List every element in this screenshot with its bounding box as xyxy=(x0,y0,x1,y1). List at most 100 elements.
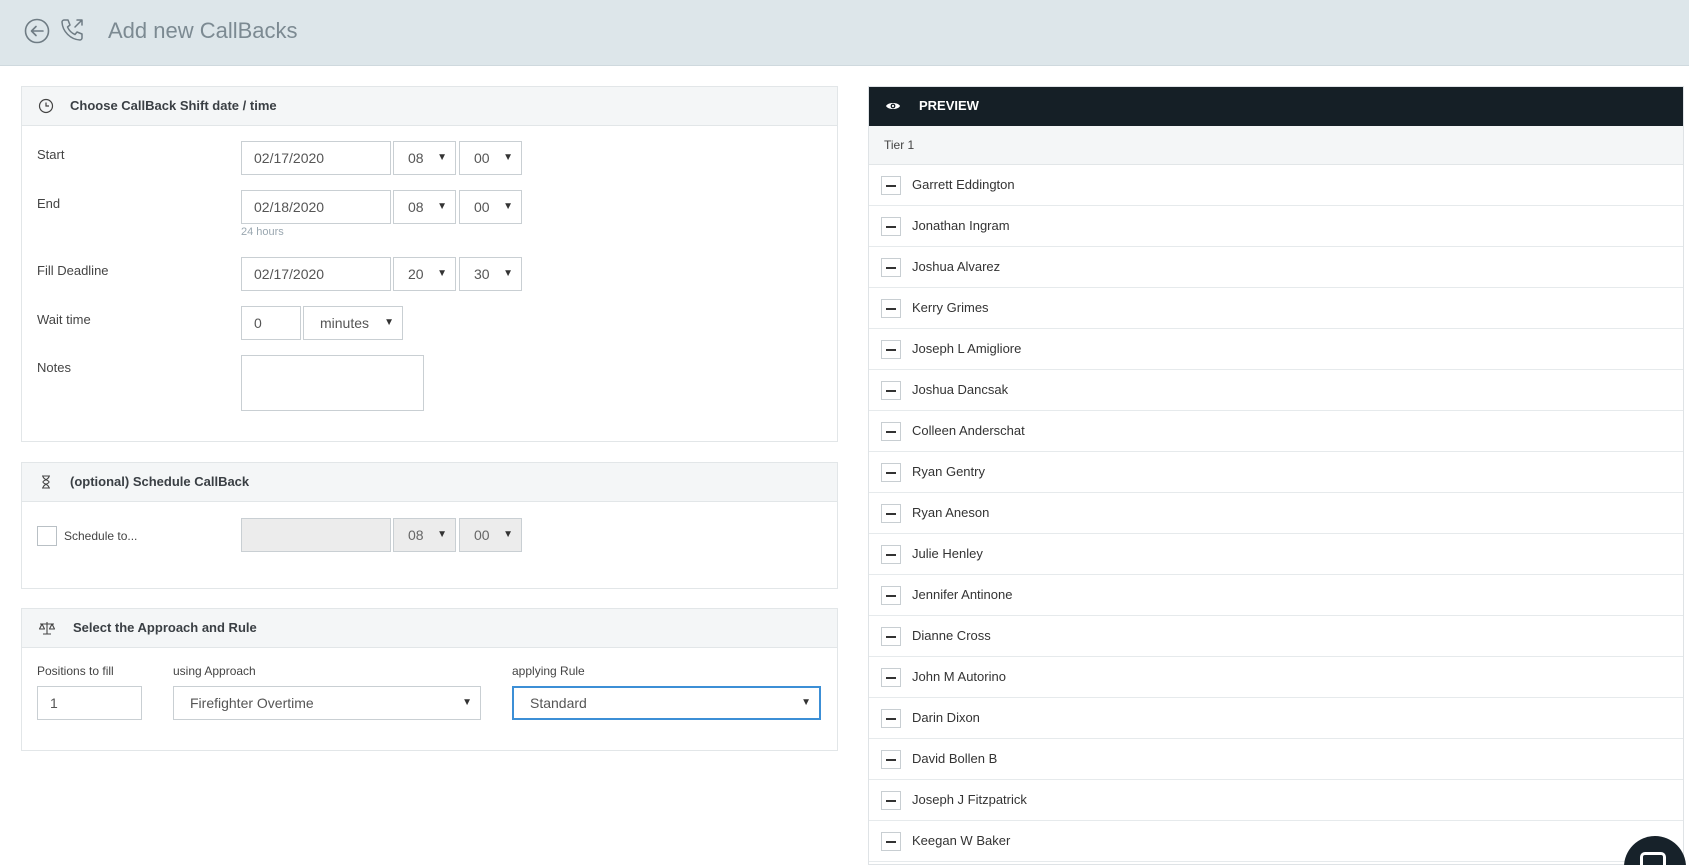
chat-icon xyxy=(1640,852,1666,865)
person-name: David Bollen B xyxy=(912,751,998,766)
remove-person-button[interactable] xyxy=(881,586,901,605)
chevron-down-icon: ▼ xyxy=(384,317,394,328)
remove-person-button[interactable] xyxy=(881,668,901,687)
fill-deadline-date-input[interactable]: 02/17/2020 xyxy=(241,257,391,291)
positions-label: Positions to fill xyxy=(37,664,114,678)
schedule-checkbox-label: Schedule to... xyxy=(64,529,138,543)
schedule-minute-value: 00 xyxy=(474,527,490,543)
preview-row: Garrett Eddington xyxy=(869,165,1683,206)
remove-person-button[interactable] xyxy=(881,176,901,195)
chevron-down-icon: ▼ xyxy=(503,152,513,163)
approach-panel-title: Select the Approach and Rule xyxy=(73,620,257,635)
remove-person-button[interactable] xyxy=(881,258,901,277)
preview-row: John M Autorino xyxy=(869,657,1683,698)
remove-person-button[interactable] xyxy=(881,299,901,318)
positions-input[interactable]: 1 xyxy=(37,686,142,720)
remove-person-button[interactable] xyxy=(881,709,901,728)
shift-panel-header: Choose CallBack Shift date / time xyxy=(22,87,837,126)
end-label: End xyxy=(37,196,61,211)
remove-person-button[interactable] xyxy=(881,504,901,523)
start-date-input[interactable]: 02/17/2020 xyxy=(241,141,391,175)
schedule-checkbox[interactable] xyxy=(37,526,57,546)
schedule-panel-header: (optional) Schedule CallBack xyxy=(22,463,837,502)
rule-select[interactable]: Standard ▼ xyxy=(512,686,821,720)
chevron-down-icon: ▼ xyxy=(437,201,447,212)
person-name: Joshua Alvarez xyxy=(912,259,1001,274)
person-name: Colleen Anderschat xyxy=(912,423,1025,438)
remove-person-button[interactable] xyxy=(881,422,901,441)
remove-person-button[interactable] xyxy=(881,832,901,851)
person-name: John M Autorino xyxy=(912,669,1006,684)
rule-label: applying Rule xyxy=(512,664,585,678)
rule-value: Standard xyxy=(530,695,587,711)
schedule-hour-value: 08 xyxy=(408,527,424,543)
start-minute-select[interactable]: 00 ▼ xyxy=(459,141,522,175)
preview-row: Jonathan Ingram xyxy=(869,206,1683,247)
person-name: Ryan Gentry xyxy=(912,464,985,479)
remove-person-button[interactable] xyxy=(881,217,901,236)
person-name: Garrett Eddington xyxy=(912,177,1015,192)
schedule-hour-select[interactable]: 08 ▼ xyxy=(393,518,456,552)
chevron-down-icon: ▼ xyxy=(503,268,513,279)
wait-time-unit-select[interactable]: minutes ▼ xyxy=(303,306,403,340)
end-hour-select[interactable]: 08 ▼ xyxy=(393,190,456,224)
preview-row: Joshua Dancsak xyxy=(869,370,1683,411)
person-name: Darin Dixon xyxy=(912,710,980,725)
person-name: Julie Henley xyxy=(912,546,983,561)
start-hour-select[interactable]: 08 ▼ xyxy=(393,141,456,175)
end-minute-value: 00 xyxy=(474,199,490,215)
eye-icon xyxy=(886,103,900,109)
end-minute-select[interactable]: 00 ▼ xyxy=(459,190,522,224)
remove-person-button[interactable] xyxy=(881,545,901,564)
fill-deadline-label: Fill Deadline xyxy=(37,263,109,278)
preview-row: Ryan Aneson xyxy=(869,493,1683,534)
schedule-minute-select[interactable]: 00 ▼ xyxy=(459,518,522,552)
remove-person-button[interactable] xyxy=(881,791,901,810)
preview-row: Joshua Alvarez xyxy=(869,247,1683,288)
remove-person-button[interactable] xyxy=(881,463,901,482)
preview-row: David Bollen B xyxy=(869,739,1683,780)
shift-duration: 24 hours xyxy=(241,226,284,238)
wait-time-unit-value: minutes xyxy=(320,315,370,331)
preview-row: Dianne Cross xyxy=(869,616,1683,657)
chevron-down-icon: ▼ xyxy=(437,529,447,540)
schedule-panel-title: (optional) Schedule CallBack xyxy=(70,474,250,489)
notes-textarea[interactable] xyxy=(241,355,424,411)
scale-icon xyxy=(38,622,56,635)
notes-label: Notes xyxy=(37,360,71,375)
end-date-input[interactable]: 02/18/2020 xyxy=(241,190,391,224)
preview-row: Kerry Grimes xyxy=(869,288,1683,329)
page-title: Add new CallBacks xyxy=(108,18,298,43)
shift-panel-title: Choose CallBack Shift date / time xyxy=(70,98,277,113)
preview-title: PREVIEW xyxy=(919,98,979,113)
back-arrow-icon[interactable] xyxy=(24,18,50,44)
approach-select[interactable]: Firefighter Overtime ▼ xyxy=(173,686,481,720)
chevron-down-icon: ▼ xyxy=(503,201,513,212)
tier-header: Tier 1 xyxy=(869,126,1683,165)
remove-person-button[interactable] xyxy=(881,381,901,400)
fill-deadline-minute-select[interactable]: 30 ▼ xyxy=(459,257,522,291)
person-name: Jennifer Antinone xyxy=(912,587,1013,602)
clock-icon xyxy=(38,98,54,114)
fill-deadline-minute-value: 30 xyxy=(474,266,490,282)
remove-person-button[interactable] xyxy=(881,750,901,769)
schedule-date-input[interactable] xyxy=(241,518,391,552)
wait-time-label: Wait time xyxy=(37,312,91,327)
person-name: Jonathan Ingram xyxy=(912,218,1010,233)
remove-person-button[interactable] xyxy=(881,340,901,359)
preview-row: Keegan W Baker xyxy=(869,821,1683,862)
end-hour-value: 08 xyxy=(408,199,424,215)
approach-panel-header: Select the Approach and Rule xyxy=(22,609,837,648)
person-name: Joseph L Amigliore xyxy=(912,341,1022,356)
chevron-down-icon: ▼ xyxy=(462,697,472,708)
chevron-down-icon: ▼ xyxy=(437,152,447,163)
fill-deadline-hour-value: 20 xyxy=(408,266,424,282)
wait-time-input[interactable]: 0 xyxy=(241,306,301,340)
person-name: Ryan Aneson xyxy=(912,505,990,520)
start-hour-value: 08 xyxy=(408,150,424,166)
people-list: Garrett Eddington Jonathan Ingram Joshua A… xyxy=(869,165,1683,862)
preview-row: Julie Henley xyxy=(869,534,1683,575)
remove-person-button[interactable] xyxy=(881,627,901,646)
fill-deadline-hour-select[interactable]: 20 ▼ xyxy=(393,257,456,291)
top-bar: Add new CallBacks xyxy=(0,0,1689,66)
